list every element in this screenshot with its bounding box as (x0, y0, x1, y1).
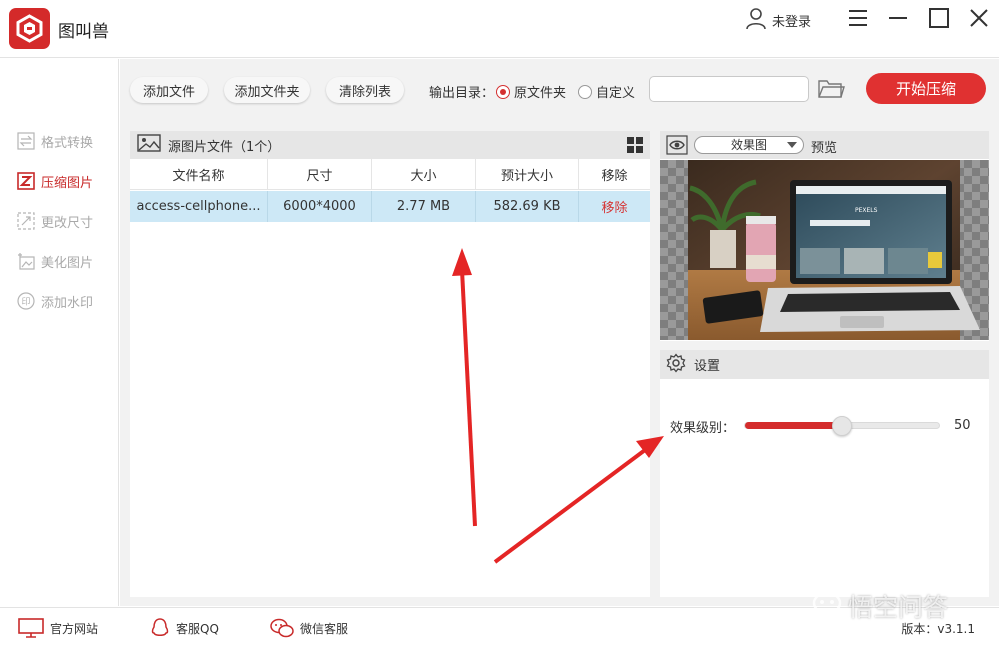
grid-view-icon[interactable] (627, 137, 643, 157)
minimize-icon (889, 17, 907, 19)
app-title: 图叫兽 (58, 22, 109, 42)
start-compress-button[interactable]: 开始压缩 (866, 73, 986, 104)
convert-icon (16, 131, 36, 151)
gear-icon (666, 352, 686, 377)
sidebar-item-beautify[interactable]: 美化图片 (16, 250, 93, 272)
qq-support-link[interactable]: 客服QQ (150, 618, 219, 638)
table-row[interactable]: access-cellphone... 6000*4000 2.77 MB 58… (130, 191, 650, 222)
sidebar-item-resize[interactable]: 更改尺寸 (16, 210, 93, 232)
table-header: 文件名称 尺寸 大小 预计大小 移除 (130, 159, 650, 190)
file-list-panel: 源图片文件（1个） 文件名称 尺寸 大小 预计大小 移除 access-cell… (130, 131, 650, 597)
radio-dot (578, 84, 592, 99)
hamburger-icon (849, 10, 867, 26)
sidebar-item-label: 压缩图片 (41, 175, 94, 191)
preview-image-text: PEXELS (855, 207, 878, 214)
chevron-down-icon (787, 142, 797, 148)
preview-image: PEXELS (660, 160, 989, 340)
folder-icon (818, 80, 845, 98)
effect-level-label: 效果级别： (670, 421, 736, 436)
cell-dimensions: 6000*4000 (268, 191, 372, 222)
login-label: 未登录 (772, 14, 812, 30)
watermark-icon: 印 (16, 291, 36, 311)
maximize-icon (929, 8, 949, 28)
preview-panel: 效果图 预览 PEXELS (660, 131, 989, 341)
main-area: 添加文件 添加文件夹 清除列表 输出目录： 原文件夹 自定义 开始压缩 源图片文… (120, 59, 999, 606)
sidebar-item-label: 美化图片 (41, 255, 94, 271)
file-panel-title: 源图片文件（1个） (168, 139, 281, 155)
settings-header: 设置 (660, 350, 989, 379)
title-bar: 图叫兽 未登录 (0, 0, 999, 58)
remove-link[interactable]: 移除 (579, 191, 650, 222)
eye-icon[interactable] (666, 135, 688, 159)
preview-mode-select[interactable]: 效果图 (694, 136, 804, 154)
sidebar: 格式转换 压缩图片 更改尺寸 美化图片 印 添加水印 (0, 59, 119, 606)
output-dir-label: 输出目录： (429, 86, 495, 101)
sidebar-item-label: 更改尺寸 (41, 215, 94, 231)
cell-file-name: access-cellphone... (130, 191, 268, 222)
add-folder-button[interactable]: 添加文件夹 (224, 77, 310, 103)
radio-label: 原文件夹 (514, 86, 567, 101)
browse-folder-button[interactable] (817, 77, 845, 101)
login-button[interactable]: 未登录 (744, 8, 811, 32)
beautify-icon (16, 251, 36, 271)
qq-icon (150, 618, 170, 638)
close-button[interactable] (967, 6, 991, 30)
wechat-support-link[interactable]: 微信客服 (270, 618, 348, 638)
wechat-icon (270, 618, 294, 638)
website-label: 官方网站 (50, 621, 99, 636)
slider-fill (745, 422, 842, 429)
menu-button[interactable] (846, 6, 870, 30)
app-logo (9, 8, 50, 49)
clear-list-button[interactable]: 清除列表 (326, 77, 404, 103)
preview-header: 效果图 预览 (660, 131, 989, 159)
minimize-button[interactable] (886, 6, 910, 30)
output-path-input[interactable] (649, 76, 809, 102)
effect-level-value: 50 (954, 418, 971, 433)
column-header-name: 文件名称 (130, 159, 268, 190)
qq-label: 客服QQ (176, 621, 219, 636)
column-header-dimensions: 尺寸 (268, 159, 372, 190)
monitor-icon (18, 618, 44, 638)
file-panel-header: 源图片文件（1个） (130, 131, 650, 159)
watermark-text: 悟空问答 (848, 593, 949, 622)
add-file-button[interactable]: 添加文件 (130, 77, 208, 103)
source-watermark: 悟空问答 (812, 588, 948, 624)
sidebar-item-label: 格式转换 (41, 135, 94, 151)
slider-thumb[interactable] (832, 416, 852, 436)
sidebar-item-compress[interactable]: 压缩图片 (16, 170, 93, 192)
sidebar-item-watermark[interactable]: 印 添加水印 (16, 290, 93, 312)
svg-text:印: 印 (21, 296, 30, 308)
cell-size: 2.77 MB (372, 191, 476, 222)
sidebar-item-format-convert[interactable]: 格式转换 (16, 130, 93, 152)
column-header-estimated: 预计大小 (476, 159, 579, 190)
maximize-button[interactable] (927, 6, 951, 30)
settings-title: 设置 (694, 359, 721, 374)
preview-mode-value: 效果图 (730, 138, 767, 152)
column-header-size: 大小 (372, 159, 476, 190)
wechat-label: 微信客服 (300, 621, 349, 636)
radio-original-folder[interactable]: 原文件夹 (496, 82, 566, 101)
preview-label: 预览 (811, 141, 838, 156)
effect-level-slider[interactable] (744, 416, 940, 436)
image-icon (137, 134, 161, 156)
radio-custom-folder[interactable]: 自定义 (578, 82, 635, 101)
wukong-logo-icon (812, 591, 842, 621)
radio-dot (496, 84, 510, 99)
compress-icon (16, 171, 36, 191)
website-link[interactable]: 官方网站 (18, 618, 98, 638)
settings-panel: 设置 效果级别： 50 (660, 350, 989, 597)
radio-label: 自定义 (596, 86, 636, 101)
sidebar-item-label: 添加水印 (41, 295, 94, 311)
cell-estimated-size: 582.69 KB (476, 191, 579, 222)
user-icon (744, 6, 768, 34)
column-header-remove: 移除 (601, 169, 628, 184)
close-icon (970, 9, 988, 27)
resize-icon (16, 211, 36, 231)
